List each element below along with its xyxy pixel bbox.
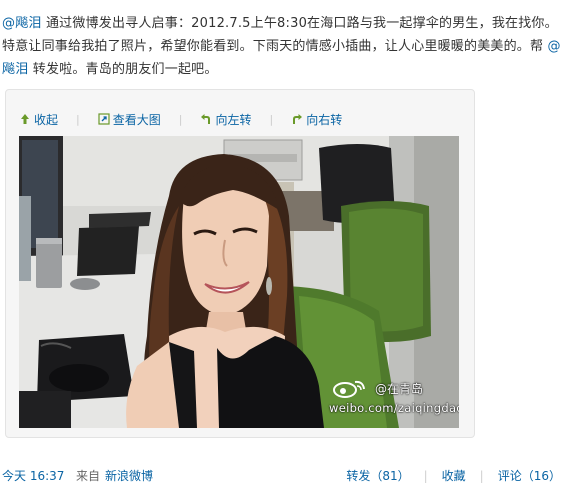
toolbar-divider: |: [269, 112, 274, 126]
rotate-right-button[interactable]: 向右转: [291, 111, 342, 128]
source-link[interactable]: 新浪微博: [105, 467, 153, 484]
comment-button[interactable]: 评论（16）: [498, 467, 561, 484]
rotate-right-label: 向右转: [306, 112, 343, 127]
enlarge-icon: [98, 113, 110, 125]
arrow-up-icon: [21, 114, 29, 124]
watermark-url: weibo.com/zaiqingdao: [329, 401, 459, 415]
collapse-button[interactable]: 收起: [19, 111, 58, 128]
post-body: 通过微博发出寻人启事：2012.7.5上午8:30在海口路与我一起撑伞的男生，我…: [2, 16, 558, 54]
post-photo[interactable]: @在青岛 weibo.com/zaiqingdao: [19, 136, 459, 428]
post-text: @飚泪 通过微博发出寻人启事：2012.7.5上午8:30在海口路与我一起撑伞的…: [2, 12, 562, 81]
rotate-left-button[interactable]: 向左转: [200, 111, 251, 128]
post-time-link[interactable]: 今天 16:37: [2, 467, 64, 484]
watermark-account: @在青岛: [375, 382, 424, 396]
photo-watermark: @在青岛 weibo.com/zaiqingdao: [329, 379, 459, 423]
action-divider: |: [479, 468, 484, 483]
toolbar-divider: |: [76, 112, 80, 126]
collapse-label: 收起: [34, 112, 59, 127]
toolbar-divider: |: [178, 112, 183, 126]
from-label: 来自: [76, 469, 101, 483]
weibo-logo-icon: [333, 380, 365, 398]
media-box: 收起 | 查看大图 | 向左转 | 向右转 @在青岛 weibo.com/zai…: [5, 89, 475, 438]
rotate-left-icon: [201, 114, 211, 124]
post-actions: 转发（81） | 收藏 | 评论（16）: [346, 467, 561, 484]
post-body-end: 转发啦。青岛的朋友们一起吧。: [32, 62, 218, 77]
rotate-left-label: 向左转: [215, 112, 252, 127]
post-footer: 今天 16:37 来自 新浪微博 转发（81） | 收藏 | 评论（16）: [0, 467, 565, 484]
rotate-right-icon: [293, 114, 303, 124]
view-large-label: 查看大图: [112, 112, 161, 127]
mention-link[interactable]: @飚泪: [2, 16, 42, 31]
image-toolbar: 收起 | 查看大图 | 向左转 | 向右转: [19, 109, 342, 129]
repost-button[interactable]: 转发（81）: [346, 467, 409, 484]
favorite-button[interactable]: 收藏: [442, 467, 466, 484]
action-divider: |: [423, 468, 428, 483]
view-large-button[interactable]: 查看大图: [98, 111, 161, 128]
